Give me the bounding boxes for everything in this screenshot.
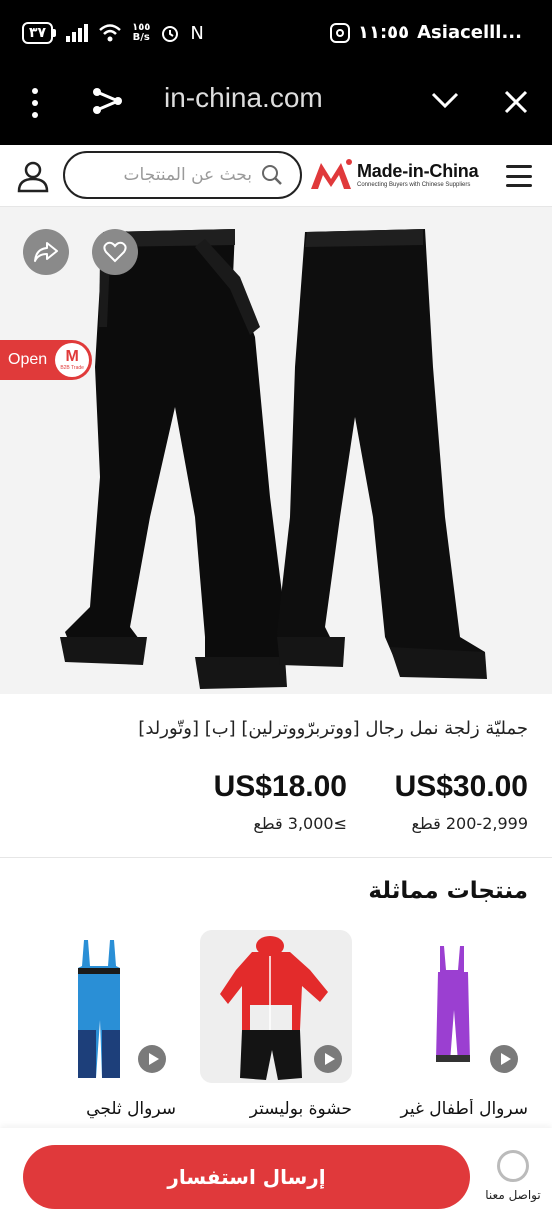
share-arrow-icon (34, 242, 58, 262)
similar-product-card[interactable]: سروال ثلجي (24, 930, 176, 1119)
net-speed: ١٥٥ B/s (132, 23, 150, 43)
battery-level: ٣٧ (22, 22, 54, 44)
similar-product-image[interactable] (376, 930, 528, 1083)
status-right: ١١:٥٥ Asiacelll... (329, 22, 522, 43)
similar-product-card[interactable]: سروال أطفال غير (376, 930, 528, 1119)
play-icon[interactable] (490, 1045, 518, 1073)
b2b-badge-icon: M B2B Trade (55, 343, 90, 377)
price-value: US$18.00 (213, 770, 347, 803)
play-icon[interactable] (138, 1045, 166, 1073)
url-text[interactable]: in-china.com (164, 82, 323, 114)
product-image[interactable] (55, 217, 495, 692)
contact-label[interactable]: تواصل معنا (480, 1188, 546, 1202)
price-tier-2: US$18.00 ≥3,000 قطع (214, 770, 347, 833)
carrier-name: Asiacelll... (417, 22, 522, 43)
similar-product-name[interactable]: سروال أطفال غير (376, 1099, 529, 1119)
logo-mark-icon (311, 159, 352, 189)
heart-icon (103, 241, 127, 263)
divider (0, 857, 552, 858)
search-box[interactable] (63, 151, 302, 199)
share-button[interactable] (23, 229, 69, 275)
send-inquiry-button[interactable]: إرسال استفسار (23, 1145, 470, 1209)
browser-menu-icon[interactable] (28, 88, 42, 118)
search-icon[interactable] (260, 163, 284, 187)
price-quantity: 200-2,999 قطع (411, 814, 529, 833)
logo-tagline: Connecting Buyers with Chinese Suppliers (357, 181, 471, 188)
wifi-icon (99, 24, 121, 42)
similar-product-name[interactable]: حشوة بوليستر (200, 1099, 352, 1119)
price-tier-1: US$30.00 200-2,999 قطع (395, 770, 528, 833)
alarm-icon (162, 26, 179, 42)
user-icon[interactable] (16, 159, 50, 193)
status-bar: ٣٧ ١٥٥ B/s N ١١:٥٥ Asiacelll... (0, 0, 552, 70)
nfc-icon: N (190, 22, 204, 44)
chevron-down-icon[interactable] (430, 88, 460, 112)
share-icon[interactable] (90, 84, 124, 118)
menu-icon[interactable] (506, 165, 532, 187)
price-quantity: ≥3,000 قطع (253, 814, 347, 833)
play-icon[interactable] (314, 1045, 342, 1073)
close-icon[interactable] (502, 88, 530, 116)
battery-tip (53, 29, 57, 37)
signal-icon (66, 24, 89, 42)
status-left: ٣٧ ١٥٥ B/s N (22, 22, 204, 44)
badge-text: B2B Trade (60, 365, 84, 371)
similar-product-image[interactable] (200, 930, 352, 1083)
search-input[interactable] (102, 165, 252, 185)
price-value: US$30.00 (394, 770, 528, 803)
favorite-button[interactable] (92, 229, 138, 275)
logo-name: Made-in-China (357, 160, 479, 181)
net-speed-unit: B/s (132, 32, 150, 43)
browser-bar: in-china.com (0, 70, 552, 145)
battery-indicator: ٣٧ (22, 22, 57, 44)
instagram-icon (329, 22, 350, 43)
similar-product-image[interactable] (24, 930, 176, 1083)
product-title: جمليّة زلجة نمل رجال [ووتربرّووترلين] [ب… (138, 718, 528, 739)
similar-products-title: منتجات مماثلة (368, 878, 528, 904)
chat-icon[interactable] (497, 1150, 529, 1182)
badge-mark: M (65, 348, 79, 365)
similar-product-name[interactable]: سروال ثلجي (24, 1099, 176, 1119)
open-label: Open (8, 351, 48, 368)
logo-text: Made-in-China Connecting Buyers with Chi… (357, 160, 479, 188)
product-gallery[interactable]: Open M B2B Trade (0, 207, 552, 694)
site-header: Made-in-China Connecting Buyers with Chi… (0, 145, 552, 207)
bottom-action-bar: إرسال استفسار تواصل معنا (0, 1128, 552, 1220)
site-logo[interactable]: Made-in-China Connecting Buyers with Chi… (309, 157, 479, 191)
open-app-tab[interactable]: Open M B2B Trade (0, 340, 92, 380)
similar-product-card[interactable]: حشوة بوليستر (200, 930, 352, 1119)
contact-us-button[interactable]: تواصل معنا (480, 1150, 546, 1202)
clock: ١١:٥٥ (357, 22, 410, 43)
